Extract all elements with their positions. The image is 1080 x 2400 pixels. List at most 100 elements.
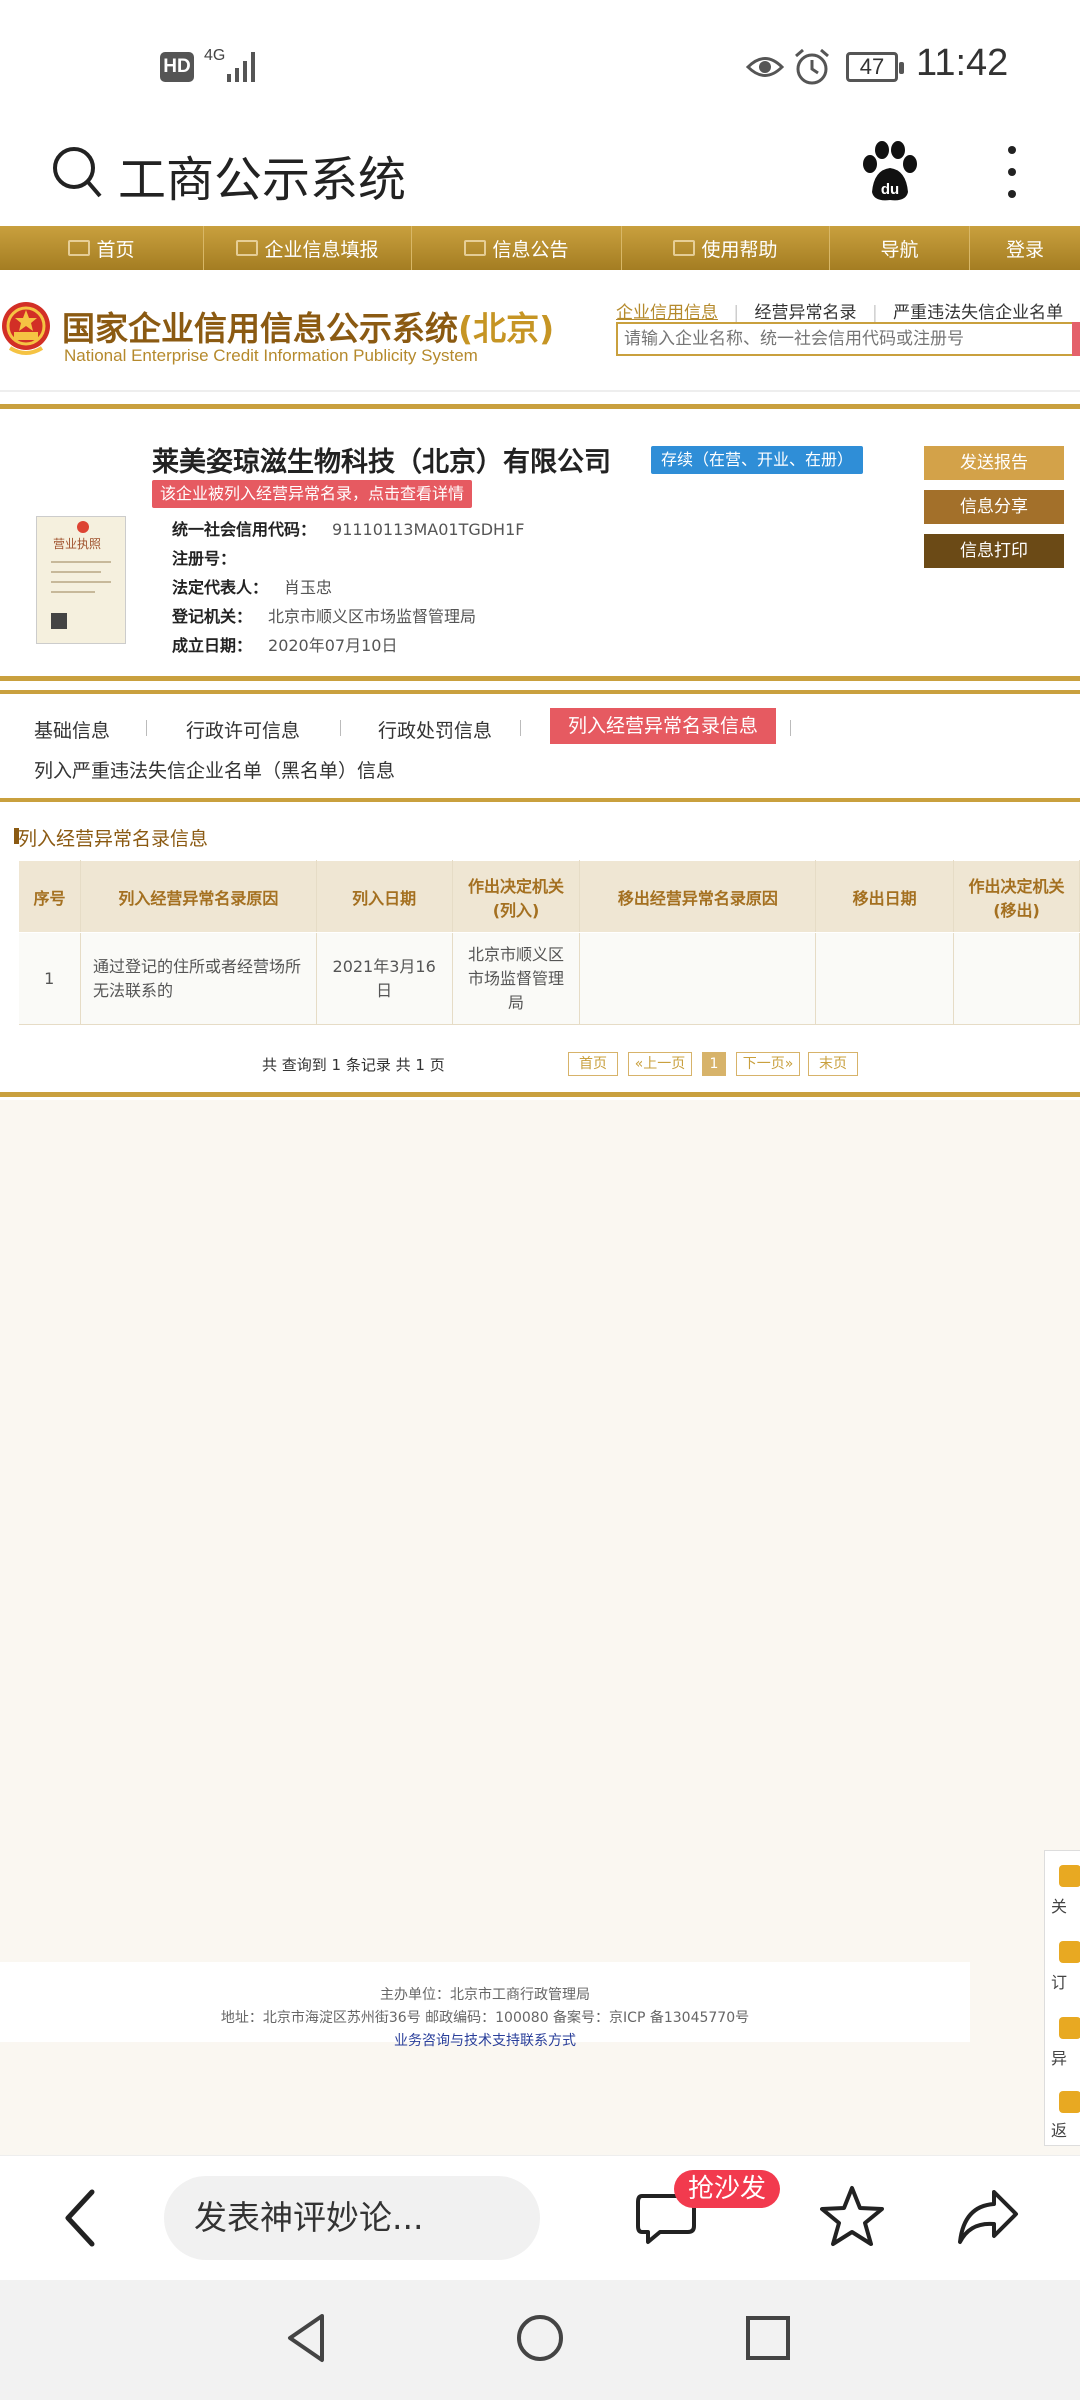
star-icon[interactable] (820, 2184, 884, 2248)
svg-text:du: du (881, 181, 899, 198)
divider (0, 1092, 1080, 1097)
footer-address: 地址：北京市海淀区苏州街36号 邮政编码：100080 备案号：京ICP 备13… (220, 2010, 750, 2026)
divider (0, 676, 1080, 681)
cell-removal-reason (579, 932, 817, 1025)
nav-home[interactable]: 首页 (0, 226, 204, 270)
national-emblem-icon (2, 302, 50, 355)
share-icon[interactable] (956, 2184, 1020, 2248)
enterprise-search-button[interactable] (1072, 322, 1080, 356)
cell-listing-reason: 通过登记的住所或者经营场所无法联系的 (80, 932, 317, 1025)
site-logo-subtitle: National Enterprise Credit Information P… (64, 346, 478, 365)
info-tabs: 基础信息 行政许可信息 行政处罚信息 列入经营异常名录信息 列入严重违法失信企业… (0, 698, 1080, 798)
business-license-thumbnail[interactable]: 营业执照 (36, 516, 126, 644)
tab-admin-license[interactable]: 行政许可信息 (186, 716, 300, 743)
float-back[interactable]: 返 (1051, 2117, 1067, 2141)
send-report-button[interactable]: 发送报告 (924, 446, 1064, 480)
comment-input[interactable]: 发表神评妙论... (164, 2176, 540, 2260)
tab-basic-info[interactable]: 基础信息 (34, 716, 110, 743)
baidu-paw-icon[interactable]: du (860, 140, 920, 204)
field-founded-date: 成立日期： 2020年07月10日 (172, 636, 398, 655)
col-removal-authority: 作出决定机关(移出) (953, 860, 1080, 933)
col-listing-date: 列入日期 (315, 860, 453, 933)
eye-icon (746, 57, 784, 77)
float-follow[interactable]: 关 (1051, 1893, 1067, 1917)
abnormal-list-section: 列入经营异常名录信息 序号 列入经营异常名录原因 列入日期 作出决定机关(列入)… (0, 804, 1080, 1096)
divider (0, 798, 1080, 802)
pager-next[interactable]: 下一页» (736, 1052, 800, 1076)
nav-login[interactable]: 登录 (970, 226, 1080, 270)
nav-recents-icon[interactable] (744, 2314, 792, 2362)
back-icon (1059, 2091, 1080, 2113)
pager-first[interactable]: 首页 (568, 1052, 618, 1076)
link-credit-info[interactable]: 企业信用信息 (616, 303, 718, 323)
tab-abnormal-list[interactable]: 列入经营异常名录信息 (550, 708, 777, 744)
share-info-button[interactable]: 信息分享 (924, 490, 1064, 524)
status-badge: 存续（在营、开业、在册） (651, 446, 864, 474)
system-navigation-bar (0, 2280, 1080, 2400)
field-legal-rep: 法定代表人： 肖玉忠 (172, 578, 333, 597)
link-serious-violation[interactable]: 严重违法失信企业名单 (893, 303, 1063, 323)
nav-home-icon[interactable] (514, 2312, 566, 2364)
tab-admin-penalty[interactable]: 行政处罚信息 (378, 716, 492, 743)
link-abnormal-list[interactable]: 经营异常名录 (755, 303, 857, 323)
pager-last[interactable]: 末页 (808, 1052, 858, 1076)
license-title: 营业执照 (53, 537, 102, 551)
back-arrow-icon[interactable] (60, 2186, 100, 2250)
cell-listing-date: 2021年3月16日 (316, 932, 453, 1025)
more-menu-icon[interactable] (1000, 142, 1024, 202)
print-info-button[interactable]: 信息打印 (924, 534, 1064, 568)
edit-icon (236, 240, 259, 256)
pager-prev[interactable]: «上一页 (628, 1052, 692, 1076)
megaphone-icon (673, 240, 696, 256)
nav-back-icon[interactable] (284, 2312, 328, 2364)
table-row: 1 通过登记的住所或者经营场所无法联系的 2021年3月16日 北京市顺义区市场… (18, 932, 1080, 1025)
pager-summary: 共 查询到 1 条记录 共 1 页 (262, 1056, 445, 1074)
browser-bottom-bar: 发表神评妙论... 抢沙发 (0, 2155, 1080, 2280)
first-comment-badge: 抢沙发 (674, 2170, 781, 2208)
app-title: 工商公示系统 (118, 152, 407, 208)
site-logo-title: 国家企业信用信息公示系统(北京) (62, 309, 555, 348)
site-header: 国家企业信用信息公示系统(北京) National Enterprise Cre… (0, 270, 1080, 392)
field-credit-code: 统一社会信用代码： 91110113MA01TGDH1F (172, 520, 525, 539)
tab-blacklist[interactable]: 列入严重违法失信企业名单（黑名单）信息 (34, 756, 395, 783)
col-removal-date: 移出日期 (815, 860, 955, 933)
float-subscribe[interactable]: 订 (1051, 1969, 1067, 1993)
table-header-row: 序号 列入经营异常名录原因 列入日期 作出决定机关(列入) 移出经营异常名录原因… (18, 860, 1080, 933)
col-index: 序号 (18, 860, 81, 933)
cell-removal-date (815, 932, 955, 1025)
pager-page-1[interactable]: 1 (702, 1052, 726, 1076)
footer-sponsor: 主办单位：北京市工商行政管理局 (380, 1987, 590, 2003)
nav-report[interactable]: 企业信息填报 (204, 226, 412, 270)
emblem-dot (77, 521, 89, 533)
cell-removal-authority (953, 932, 1080, 1025)
search-icon[interactable] (50, 142, 106, 202)
star-icon (1059, 1865, 1080, 1887)
col-removal-reason: 移出经营异常名录原因 (579, 860, 817, 933)
site-main-nav: 首页 企业信息填报 信息公告 使用帮助 导航 登录 (0, 226, 1080, 270)
hd-indicator: HD (160, 52, 194, 82)
field-reg-number: 注册号： (172, 549, 237, 568)
nav-navigation[interactable]: 导航 (830, 226, 970, 270)
floating-side-bar: 关 订 异 返 (1044, 1850, 1080, 2146)
battery-icon: 47 (846, 52, 904, 82)
abnormal-warning-link[interactable]: 该企业被列入经营异常名录，点击查看详情 (152, 480, 473, 508)
header-links: 企业信用信息 | 经营异常名录 | 严重违法失信企业名单 (616, 298, 1073, 323)
abnormal-icon (1059, 2017, 1080, 2039)
clock: 11:42 (916, 42, 1009, 84)
nav-help[interactable]: 使用帮助 (622, 226, 830, 270)
monitor-icon (68, 240, 91, 256)
network-type: 4G (204, 47, 226, 64)
nav-announcements[interactable]: 信息公告 (412, 226, 622, 270)
footer-support-link[interactable]: 业务咨询与技术支持联系方式 (0, 2030, 970, 2053)
document-icon (464, 240, 487, 256)
app-bar: 工商公示系统 du (0, 130, 1080, 226)
status-bar: HD 4G 47 11:42 (0, 0, 1080, 130)
link-divider: | (871, 303, 878, 323)
link-divider: | (733, 303, 740, 323)
enterprise-search-input[interactable] (616, 322, 1076, 356)
col-listing-authority: 作出决定机关(列入) (451, 860, 581, 933)
company-info-card: 营业执照 莱美姿琼滋生物科技（北京）有限公司 存续（在营、开业、在册） 该企业被… (0, 412, 1080, 676)
float-abnormal[interactable]: 异 (1051, 2045, 1067, 2069)
col-listing-reason: 列入经营异常名录原因 (79, 860, 317, 933)
company-name: 莱美姿琼滋生物科技（北京）有限公司 (152, 447, 611, 478)
